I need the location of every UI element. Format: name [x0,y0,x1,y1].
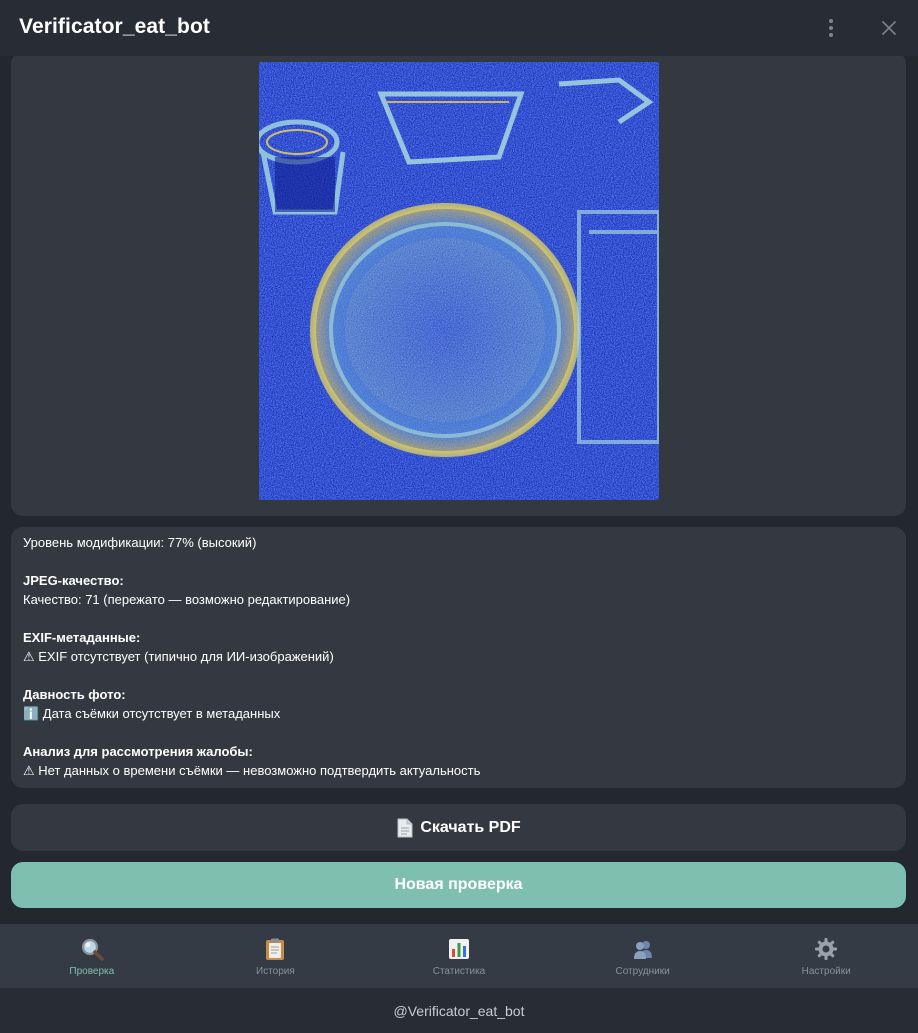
exif-heading: EXIF-метаданные: [23,630,141,645]
close-icon [882,21,896,35]
nav-item-settings[interactable]: Настройки [734,924,918,988]
nav-label: История [256,966,295,977]
jpeg-quality-value: Качество: 71 (пережато — возможно редакт… [23,592,351,607]
nav-label: Сотрудники [615,966,670,977]
download-pdf-button[interactable]: Скачать PDF [11,804,906,851]
exif-value: ⚠ EXIF отсутствует (типично для ИИ-изобр… [23,649,334,664]
ela-heatmap-image [259,62,659,500]
nav-item-statistics[interactable]: Статистика [367,924,551,988]
bar-chart-icon [446,936,472,962]
gear-icon [813,936,839,962]
nav-item-history[interactable]: История [184,924,368,988]
nav-label: Проверка [69,966,115,977]
complaint-analysis-value: ⚠ Нет данных о времени съёмки — невозмож… [23,763,481,778]
more-dot [829,19,833,23]
people-icon [630,936,656,962]
download-pdf-label: Скачать PDF [420,818,521,836]
bottom-navigation: Проверка История Статистика Сотрудники Н… [0,924,918,988]
more-dot [829,26,833,30]
photo-age-value: ℹ️ Дата съёмки отсутствует в метаданных [23,706,281,721]
complaint-analysis-heading: Анализ для рассмотрения жалобы: [23,744,253,759]
nav-item-staff[interactable]: Сотрудники [551,924,735,988]
nav-label: Статистика [432,966,486,977]
new-check-label: Новая проверка [394,876,523,893]
close-button[interactable] [876,15,902,41]
document-icon [397,818,413,837]
analysis-report: Уровень модификации: 77% (высокий) JPEG-… [11,527,906,788]
magnifier-icon [79,936,105,962]
clipboard-icon [262,936,288,962]
photo-age-heading: Давность фото: [23,687,126,702]
ela-image-card [11,56,906,516]
nav-item-check[interactable]: Проверка [0,924,184,988]
title-bar: Verificator_eat_bot [0,0,918,56]
scroll-content[interactable]: Уровень модификации: 77% (высокий) JPEG-… [0,56,918,924]
nav-label: Настройки [801,966,851,977]
more-options-button[interactable] [820,14,842,42]
new-check-button[interactable]: Новая проверка [11,862,906,908]
app-title: Verificator_eat_bot [19,15,210,38]
jpeg-quality-heading: JPEG-качество: [23,573,124,588]
more-dot [829,33,833,37]
bot-handle-footer: @Verificator_eat_bot [0,988,918,1033]
app-window: Verificator_eat_bot Уровень модификации:… [0,0,918,1033]
bot-handle[interactable]: @Verificator_eat_bot [394,1003,525,1019]
modification-level-text: Уровень модификации: 77% (высокий) [23,535,257,550]
